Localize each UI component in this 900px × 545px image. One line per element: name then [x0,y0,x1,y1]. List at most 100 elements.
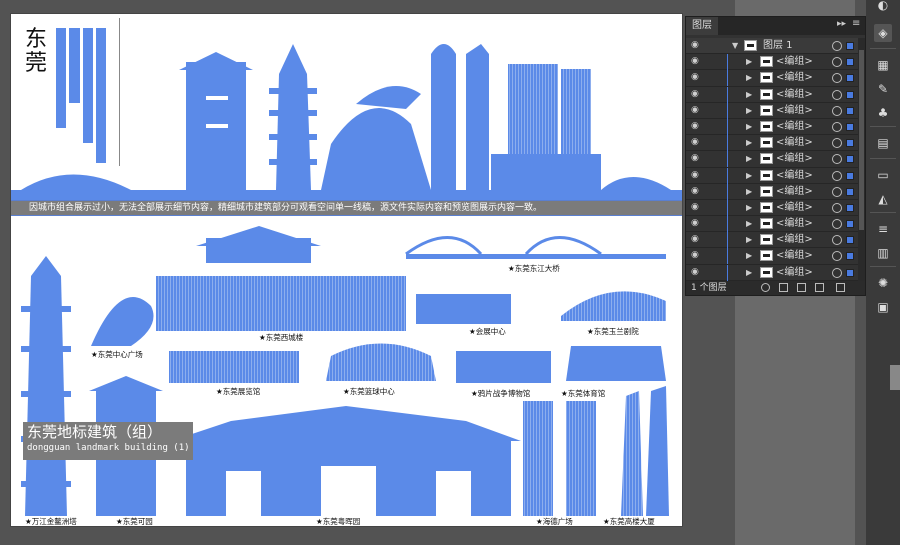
group-name[interactable]: <编组> [776,136,813,150]
expand-group-icon[interactable]: ▶ [746,154,752,163]
selection-square-icon[interactable] [846,90,854,99]
new-sublayer-icon[interactable] [797,283,806,292]
target-circle-icon[interactable] [832,57,842,68]
expand-group-icon[interactable]: ▶ [746,235,752,244]
visibility-eye-icon[interactable]: ◉ [691,121,703,131]
visibility-eye-icon[interactable]: ◉ [691,202,703,212]
pathfinder-icon[interactable]: ▣ [874,298,892,316]
landmark-group-illustration[interactable]: 东莞地标建筑（组） dongguan landmark building (1)… [11,216,682,526]
selection-square-icon[interactable] [846,122,854,131]
layers-icon[interactable]: ◈ [874,24,892,42]
layers-scrollbar[interactable] [858,38,865,282]
visibility-eye-icon[interactable]: ◉ [691,235,703,244]
selection-square-icon[interactable] [846,58,854,67]
layer-row[interactable]: ◉ ▼ 图层 1 [686,38,858,55]
align-icon[interactable]: ▤ [874,134,892,152]
group-name[interactable]: <编组> [776,233,813,247]
target-circle-icon[interactable] [832,186,842,197]
layers-list[interactable]: ◉ ▼ 图层 1 ◉ ▶ <编组> ◉ ▶ <编组> ◉ ▶ <编组> ◉ ▶ <编组> ◉ ▶ <编组> ◉… [686,38,858,282]
symbols-icon[interactable]: ♣ [874,104,892,122]
target-circle-icon[interactable] [832,138,842,149]
selection-square-icon[interactable] [846,42,854,50]
target-circle-icon[interactable] [832,267,842,278]
group-name[interactable]: <编组> [776,201,813,215]
selection-square-icon[interactable] [846,187,854,196]
layers-panel[interactable]: 图层 ▸▸ ≡ ◉ ▼ 图层 1 ◉ ▶ <编组> ◉ ▶ <编组> ◉ ▶ <编组> ◉ ▶ <编组… [685,16,866,296]
selection-square-icon[interactable] [846,252,854,261]
selection-square-icon[interactable] [846,106,854,115]
stroke-icon[interactable]: ≡ [874,220,892,238]
collapse-layer-icon[interactable]: ▼ [732,41,738,50]
sublayer-row[interactable]: ◉ ▶ <编组> [686,151,858,168]
tab-layers[interactable]: 图层 [686,17,718,35]
group-name[interactable]: <编组> [776,88,813,102]
visibility-eye-icon[interactable]: ◉ [691,219,703,228]
visibility-eye-icon[interactable]: ◉ [691,186,703,196]
transparency-icon[interactable]: ◭ [874,190,892,208]
color-icon[interactable]: ✺ [874,274,892,292]
layers-scroll-thumb[interactable] [859,50,864,230]
visibility-eye-icon[interactable]: ◉ [691,89,703,99]
locate-object-icon[interactable] [761,283,770,292]
expand-group-icon[interactable]: ▶ [746,171,752,180]
visibility-eye-icon[interactable]: ◉ [691,73,703,82]
group-name[interactable]: <编组> [776,169,813,183]
target-circle-icon[interactable] [832,235,842,246]
sublayer-row[interactable]: ◉ ▶ <编组> [686,135,858,152]
expand-group-icon[interactable]: ▶ [746,219,752,228]
expand-group-icon[interactable]: ▶ [746,90,752,99]
sublayer-row[interactable]: ◉ ▶ <编组> [686,264,858,281]
target-circle-icon[interactable] [832,41,842,51]
group-name[interactable]: <编组> [776,55,813,69]
target-circle-icon[interactable] [832,73,842,84]
visibility-eye-icon[interactable]: ◉ [691,170,703,180]
target-circle-icon[interactable] [832,202,842,213]
visibility-eye-icon[interactable]: ◉ [691,138,703,147]
sublayer-row[interactable]: ◉ ▶ <编组> [686,86,858,103]
group-name[interactable]: <编组> [776,104,813,118]
target-circle-icon[interactable] [832,154,842,165]
sublayer-row[interactable]: ◉ ▶ <编组> [686,248,858,265]
expand-group-icon[interactable]: ▶ [746,57,752,66]
delete-icon[interactable] [836,283,845,292]
sublayer-row[interactable]: ◉ ▶ <编组> [686,199,858,217]
visibility-eye-icon[interactable]: ◉ [691,105,703,115]
group-name[interactable]: <编组> [776,152,813,166]
group-name[interactable]: <编组> [776,120,813,134]
panel-menu-icon[interactable]: ≡ [852,18,860,29]
city-skyline-illustration[interactable]: 东莞 [11,14,682,214]
visibility-eye-icon[interactable]: ◉ [691,154,703,163]
sublayer-row[interactable]: ◉ ▶ <编组> [686,54,858,71]
selection-square-icon[interactable] [846,236,854,245]
sublayer-row[interactable]: ◉ ▶ <编组> [686,118,858,136]
selection-square-icon[interactable] [846,139,854,148]
target-circle-icon[interactable] [832,251,842,262]
visibility-eye-icon[interactable]: ◉ [691,251,703,260]
dock-scroll-thumb[interactable] [890,365,900,390]
sublayer-row[interactable]: ◉ ▶ <编组> [686,216,858,233]
expand-group-icon[interactable]: ▶ [746,187,752,196]
layer-name[interactable]: 图层 1 [763,39,793,53]
visibility-eye-icon[interactable]: ◉ [691,267,703,277]
visibility-eye-icon[interactable]: ◉ [691,41,703,50]
group-name[interactable]: <编组> [776,249,813,263]
clipping-mask-icon[interactable] [779,283,788,292]
target-circle-icon[interactable] [832,105,842,116]
visibility-eye-icon[interactable]: ◉ [691,57,703,66]
expand-group-icon[interactable]: ▶ [746,73,752,82]
sublayer-row[interactable]: ◉ ▶ <编组> [686,167,858,184]
target-circle-icon[interactable] [832,89,842,100]
expand-group-icon[interactable]: ▶ [746,138,752,147]
gradient-icon[interactable]: ▭ [874,166,892,184]
expand-group-icon[interactable]: ▶ [746,268,752,277]
expand-group-icon[interactable]: ▶ [746,122,752,131]
expand-group-icon[interactable]: ▶ [746,106,752,115]
group-name[interactable]: <编组> [776,217,813,231]
target-circle-icon[interactable] [832,121,842,132]
artboard[interactable]: 东莞 因城市组合展示过小，无法全部展示细节内容，精细城市建筑部分可观看空间单一线… [10,13,683,527]
group-name[interactable]: <编组> [776,71,813,85]
selection-square-icon[interactable] [846,171,854,180]
expand-group-icon[interactable]: ▶ [746,251,752,260]
selection-square-icon[interactable] [846,268,854,277]
new-layer-icon[interactable] [815,283,824,292]
